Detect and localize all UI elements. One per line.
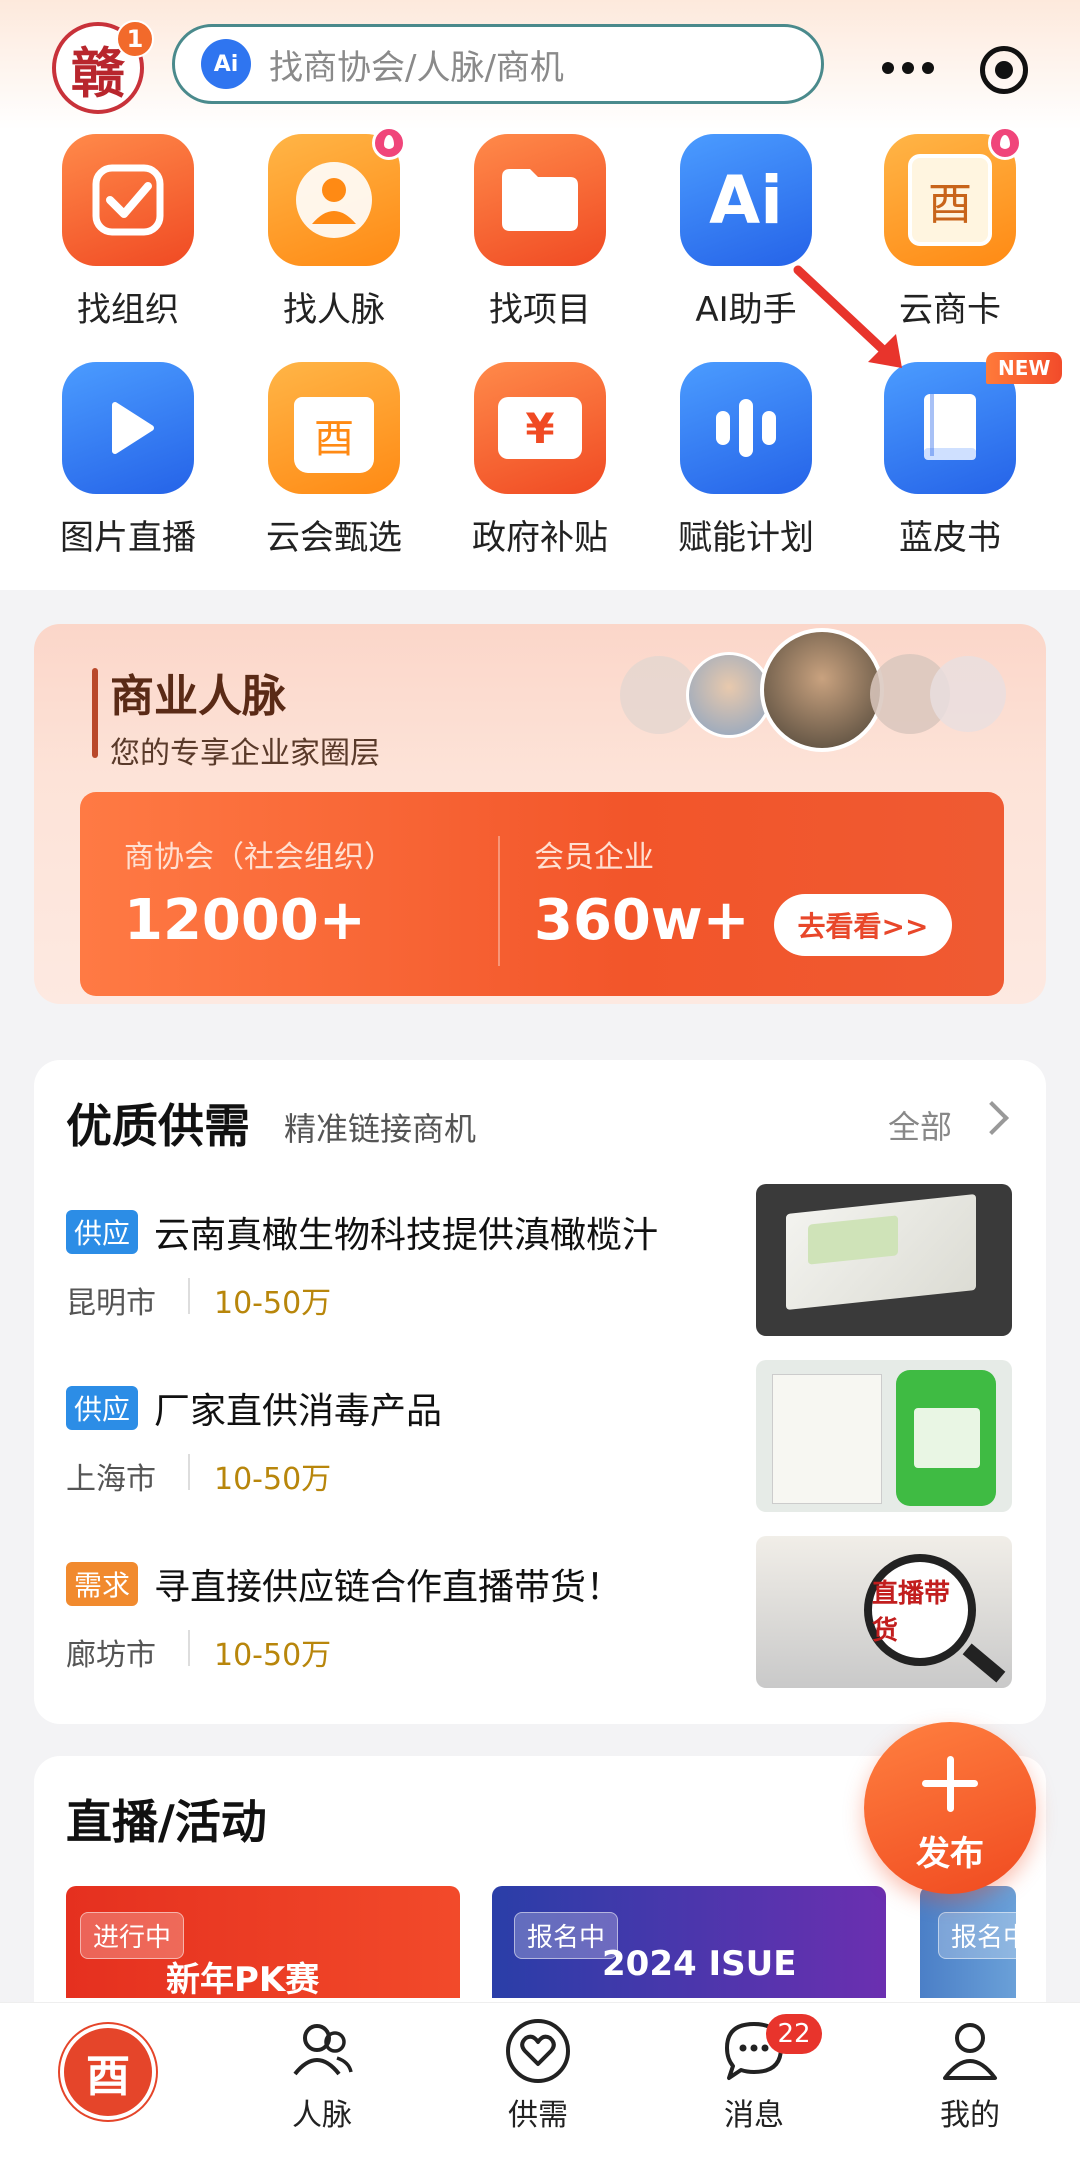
grid-item-gov-subsidy[interactable]: ¥ 政府补贴: [450, 362, 630, 559]
ai-search-icon: Ai: [201, 39, 251, 89]
item-title: 厂家直供消毒产品: [154, 1391, 443, 1432]
avatar: [930, 656, 1006, 732]
shopping-bag-icon: 酉: [268, 362, 400, 494]
item-thumbnail: [756, 1184, 1012, 1336]
stat-orgs-value: 12000+: [124, 888, 366, 953]
grid-label: 政府补贴: [472, 518, 608, 558]
business-subtitle: 您的专享企业家圈层: [110, 736, 380, 771]
publish-label: 发布: [916, 1834, 984, 1874]
search-placeholder: 找商协会/人脉/商机: [269, 47, 564, 88]
people-icon: [287, 2016, 357, 2086]
item-price: 10-50万: [214, 1286, 332, 1321]
ai-glyph: Ai: [709, 161, 783, 239]
new-badge: NEW: [986, 352, 1063, 384]
folder-icon: [474, 134, 606, 266]
activity-card[interactable]: 进行中 新年PK赛: [66, 1886, 460, 1998]
item-title: 寻直接供应链合作直播带货！: [154, 1567, 623, 1608]
item-separator: [188, 1454, 190, 1490]
yen-ticket-icon: ¥: [474, 362, 606, 494]
item-title: 云南真橄生物科技提供滇橄榄汁: [154, 1215, 659, 1256]
grid-label: 蓝皮书: [899, 518, 1001, 558]
grid-label: 云会甄选: [266, 518, 402, 558]
close-miniprogram-button[interactable]: [980, 46, 1028, 94]
supply-tag: 供应: [66, 1210, 139, 1254]
tab-label: 我的: [940, 2098, 1000, 2133]
go-look-button[interactable]: 去看看>>: [774, 894, 952, 956]
activity-title: 2024 ISUE: [602, 1944, 797, 1984]
magnifier-text: 直播带货: [864, 1554, 976, 1666]
tab-contacts[interactable]: 人脉: [232, 2016, 412, 2134]
stat-members-label: 会员企业: [534, 840, 654, 875]
item-city: 廊坊市: [66, 1638, 156, 1673]
search-bar[interactable]: Ai 找商协会/人脉/商机: [172, 24, 824, 104]
grid-item-photo-live[interactable]: 图片直播: [38, 362, 218, 559]
tab-label: 消息: [724, 2098, 784, 2133]
item-separator: [188, 1278, 190, 1314]
check-icon: [62, 134, 194, 266]
supply-subtitle: 精准链接商机: [284, 1110, 477, 1148]
card-glyph: 酉: [908, 154, 992, 246]
grid-label: 找组织: [77, 290, 179, 330]
logo-badge: 1: [116, 20, 154, 58]
grid-item-find-project[interactable]: 找项目: [450, 134, 630, 331]
more-options-button[interactable]: [862, 40, 954, 96]
tab-supply-demand[interactable]: 供需: [448, 2016, 628, 2134]
tab-label: 人脉: [292, 2098, 352, 2133]
avatar: [760, 628, 884, 752]
pointer-arrow-icon: [793, 265, 902, 368]
activity-card[interactable]: 报名中: [920, 1886, 1016, 1998]
card-icon: 酉: [884, 126, 1022, 266]
title-accent-bar: [92, 668, 98, 758]
home-tab[interactable]: 酉: [60, 2024, 156, 2120]
tab-mine[interactable]: 我的: [880, 2016, 1060, 2134]
plus-icon-vertical: [947, 1756, 954, 1812]
bag-glyph: 酉: [294, 397, 374, 473]
activity-card[interactable]: 报名中 2024 ISUE: [492, 1886, 886, 1998]
tab-label: 供需: [508, 2098, 568, 2133]
user-icon: [935, 2016, 1005, 2086]
heart-hands-icon: [503, 2016, 573, 2086]
activity-title: 新年PK赛: [166, 1960, 320, 1998]
item-thumbnail: 直播带货: [756, 1536, 1012, 1688]
avatar: [686, 652, 772, 738]
grid-item-find-org[interactable]: 找组织: [38, 134, 218, 331]
live-title: 直播/活动: [66, 1795, 267, 1849]
view-all-link[interactable]: 全部: [888, 1102, 952, 1148]
business-title: 商业人脉: [110, 671, 286, 722]
hot-icon: [372, 126, 406, 160]
ai-icon: Ai: [680, 134, 812, 266]
play-icon: [62, 362, 194, 494]
status-tag: 报名中: [938, 1912, 1016, 1959]
item-price: 10-50万: [214, 1462, 332, 1497]
stat-orgs-label: 商协会（社会组织）: [124, 840, 394, 875]
supply-title: 优质供需: [66, 1099, 250, 1153]
item-city: 昆明市: [66, 1286, 156, 1321]
item-thumbnail: [756, 1360, 1012, 1512]
hot-icon: [988, 126, 1022, 160]
demand-tag: 需求: [66, 1562, 139, 1606]
grid-item-cloud-select[interactable]: 酉 云会甄选: [244, 362, 424, 559]
supply-tag: 供应: [66, 1386, 139, 1430]
grid-item-find-contacts[interactable]: 找人脉: [244, 126, 424, 331]
stat-members-value: 360w+: [534, 888, 750, 953]
grid-label: 赋能计划: [678, 518, 814, 558]
yen-glyph: ¥: [498, 397, 582, 459]
item-city: 上海市: [66, 1462, 156, 1497]
grid-item-empower-plan[interactable]: 赋能计划: [656, 362, 836, 559]
grid-item-blue-book[interactable]: 蓝皮书: [860, 362, 1040, 559]
grid-label: 找项目: [489, 290, 591, 330]
grid-label: 找人脉: [283, 290, 385, 330]
message-count-badge: 22: [766, 2014, 822, 2054]
grid-label: 图片直播: [60, 518, 196, 558]
stats-divider: [498, 836, 500, 966]
item-separator: [188, 1630, 190, 1666]
person-icon: [268, 126, 406, 266]
item-price: 10-50万: [214, 1638, 332, 1673]
